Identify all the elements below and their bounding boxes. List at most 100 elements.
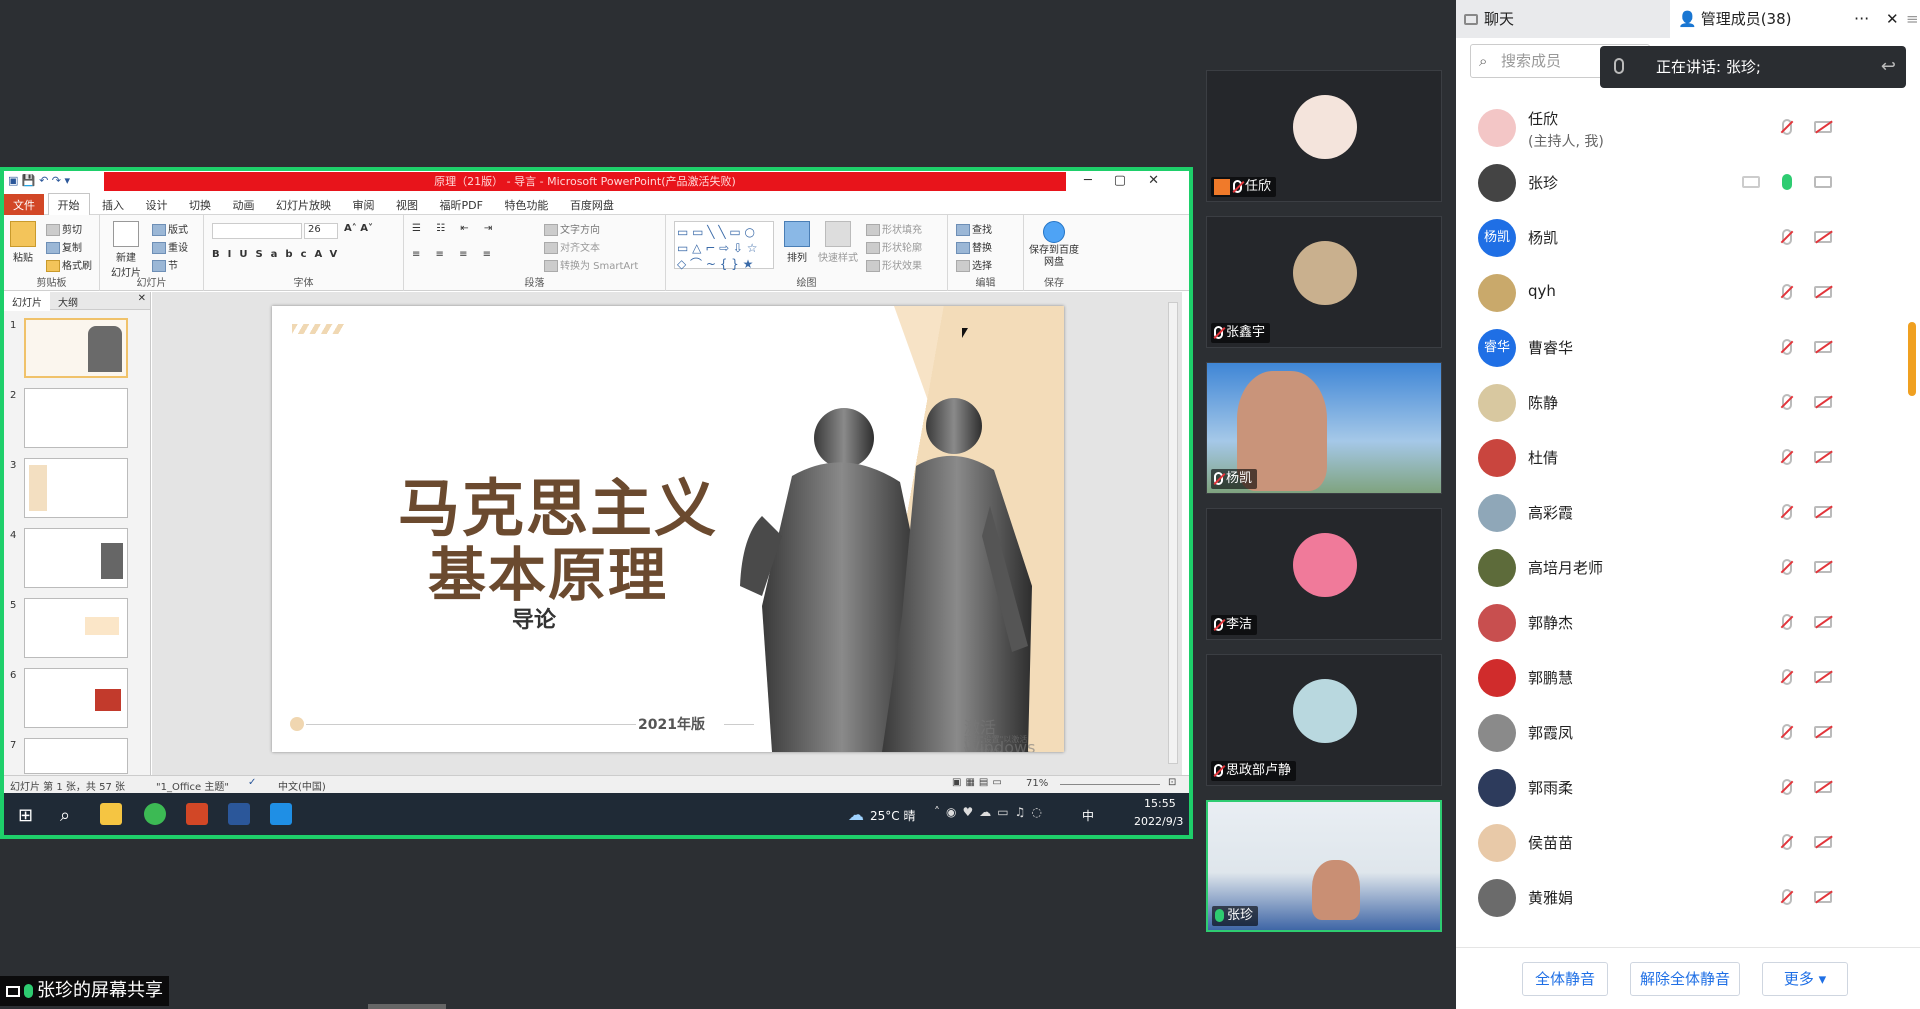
font-style-buttons[interactable]: BIUSabcAV bbox=[212, 249, 345, 260]
spellcheck-icon[interactable]: ✓ bbox=[248, 777, 256, 788]
grow-font-button[interactable]: A˄ A˅ bbox=[344, 223, 373, 234]
word-icon[interactable] bbox=[228, 803, 250, 825]
search-icon[interactable]: ⌕ bbox=[60, 805, 70, 826]
tab-animations[interactable]: 动画 bbox=[224, 194, 264, 216]
copy-button[interactable]: 复制 bbox=[46, 239, 82, 254]
mic-muted-icon[interactable] bbox=[1782, 394, 1792, 410]
member-row[interactable]: 张珍 bbox=[1456, 155, 1920, 210]
tab-outline[interactable]: 大纲 bbox=[50, 292, 86, 311]
camera-icon[interactable] bbox=[1814, 176, 1832, 188]
cut-button[interactable]: 剪切 bbox=[46, 221, 82, 236]
tab-design[interactable]: 设计 bbox=[137, 194, 177, 216]
mic-muted-icon[interactable] bbox=[1782, 284, 1792, 300]
paste-button[interactable]: 粘贴 bbox=[10, 221, 36, 264]
camera-off-icon[interactable] bbox=[1814, 616, 1832, 628]
shape-fill-button[interactable]: 形状填充 bbox=[866, 221, 922, 236]
slide-thumbnail[interactable] bbox=[24, 528, 128, 588]
replace-button[interactable]: 替换 bbox=[956, 239, 992, 254]
reset-button[interactable]: 重设 bbox=[152, 239, 188, 254]
align-buttons[interactable]: ≡ ≡ ≡ ≡ bbox=[412, 249, 497, 260]
member-row[interactable]: 杜倩 bbox=[1456, 430, 1920, 485]
current-slide[interactable]: 马克思主义 基本原理 导论 2021年版 激活 Windows 转到"设置"以激… bbox=[272, 306, 1064, 752]
camera-off-icon[interactable] bbox=[1814, 836, 1832, 848]
quick-access-toolbar[interactable]: ▣ 💾 ↶ ↷ ▾ bbox=[8, 174, 70, 187]
quick-style-button[interactable]: 快速样式 bbox=[818, 221, 858, 264]
meeting-app-icon[interactable] bbox=[270, 803, 292, 825]
tab-features[interactable]: 特色功能 bbox=[495, 194, 557, 216]
camera-off-icon[interactable] bbox=[1814, 506, 1832, 518]
close-panel-button[interactable]: ✕ bbox=[1886, 0, 1899, 38]
more-options-button[interactable]: ··· bbox=[1854, 0, 1869, 38]
video-tile[interactable]: 任欣 bbox=[1206, 70, 1442, 202]
slide-thumbnail[interactable] bbox=[24, 388, 128, 448]
format-painter-button[interactable]: 格式刷 bbox=[46, 257, 92, 272]
system-tray-icons[interactable]: ˄◉♥☁▭♫◌ bbox=[934, 805, 1048, 819]
shapes-gallery[interactable]: ▭ ▭ ╲ ╲ ▭ ○ ▭ △ ⌐ ⇨ ⇩ ☆ ◇ ⌒ ~ { } ★ bbox=[674, 221, 774, 271]
video-tile[interactable]: 张鑫宇 bbox=[1206, 216, 1442, 348]
tab-slides[interactable]: 幻灯片 bbox=[4, 292, 50, 311]
tab-insert[interactable]: 插入 bbox=[93, 194, 133, 216]
video-tile-speaking[interactable]: 张珍 bbox=[1206, 800, 1442, 932]
member-row[interactable]: 郭霞凤 bbox=[1456, 705, 1920, 760]
tab-view[interactable]: 视图 bbox=[387, 194, 427, 216]
camera-off-icon[interactable] bbox=[1814, 561, 1832, 573]
member-row[interactable]: 陈静 bbox=[1456, 375, 1920, 430]
member-row[interactable]: 睿华 曹睿华 bbox=[1456, 320, 1920, 375]
mic-muted-icon[interactable] bbox=[1782, 504, 1792, 520]
zoom-slider[interactable] bbox=[1060, 784, 1160, 785]
shape-outline-button[interactable]: 形状轮廓 bbox=[866, 239, 922, 254]
align-text-button[interactable]: 对齐文本 bbox=[544, 239, 600, 254]
fit-window-icon[interactable]: ⊡ bbox=[1168, 777, 1176, 788]
collapse-arrow-icon[interactable]: ↩ bbox=[1881, 46, 1896, 88]
tab-home[interactable]: 开始 bbox=[47, 193, 90, 216]
mic-muted-icon[interactable] bbox=[1782, 229, 1792, 245]
tab-slideshow[interactable]: 幻灯片放映 bbox=[267, 194, 340, 216]
mic-muted-icon[interactable] bbox=[1782, 889, 1792, 905]
section-button[interactable]: 节 bbox=[152, 257, 178, 272]
tab-foxit-pdf[interactable]: 福昕PDF bbox=[431, 194, 492, 216]
camera-off-icon[interactable] bbox=[1814, 671, 1832, 683]
browser-icon[interactable] bbox=[144, 803, 166, 825]
video-tile[interactable]: 杨凯 bbox=[1206, 362, 1442, 494]
menu-icon[interactable]: ≡ bbox=[1906, 0, 1919, 38]
save-to-baidu-button[interactable]: 保存到百度网盘 bbox=[1026, 221, 1082, 269]
tab-file[interactable]: 文件 bbox=[4, 194, 44, 216]
unmute-all-button[interactable]: 解除全体静音 bbox=[1630, 962, 1740, 996]
list-buttons[interactable]: ☰ ☷ ⇤ ⇥ bbox=[412, 223, 498, 234]
camera-off-icon[interactable] bbox=[1814, 231, 1832, 243]
member-row[interactable]: 任欣 (主持人, 我) bbox=[1456, 100, 1920, 155]
select-button[interactable]: 选择 bbox=[956, 257, 992, 272]
mic-muted-icon[interactable] bbox=[1782, 119, 1792, 135]
mic-muted-icon[interactable] bbox=[1782, 614, 1792, 630]
video-tile[interactable]: 李洁 bbox=[1206, 508, 1442, 640]
window-controls[interactable]: ─▢✕ bbox=[1084, 173, 1181, 188]
mic-on-icon[interactable] bbox=[1782, 174, 1792, 190]
camera-off-icon[interactable] bbox=[1814, 726, 1832, 738]
video-tile[interactable]: 思政部卢静 bbox=[1206, 654, 1442, 786]
camera-off-icon[interactable] bbox=[1814, 891, 1832, 903]
camera-off-icon[interactable] bbox=[1814, 121, 1832, 133]
mic-muted-icon[interactable] bbox=[1782, 669, 1792, 685]
tab-transitions[interactable]: 切换 bbox=[180, 194, 220, 216]
slide-thumbnail[interactable] bbox=[24, 598, 128, 658]
view-buttons[interactable]: ▣▦▤▭ bbox=[952, 777, 1006, 788]
file-explorer-icon[interactable] bbox=[100, 803, 122, 825]
tab-review[interactable]: 审阅 bbox=[344, 194, 384, 216]
close-icon[interactable]: ✕ bbox=[138, 293, 146, 304]
slide-thumbnail[interactable] bbox=[24, 318, 128, 378]
text-direction-button[interactable]: 文字方向 bbox=[544, 221, 600, 236]
smartart-button[interactable]: 转换为 SmartArt bbox=[544, 257, 638, 272]
camera-off-icon[interactable] bbox=[1814, 451, 1832, 463]
ime-indicator[interactable]: 中 bbox=[1082, 807, 1094, 824]
more-button[interactable]: 更多 ▾ bbox=[1762, 962, 1848, 996]
font-size-select[interactable]: 26 bbox=[304, 223, 338, 239]
shape-effect-button[interactable]: 形状效果 bbox=[866, 257, 922, 272]
camera-off-icon[interactable] bbox=[1814, 396, 1832, 408]
slide-thumbnail[interactable] bbox=[24, 668, 128, 728]
member-row[interactable]: 杨凯 杨凯 bbox=[1456, 210, 1920, 265]
member-row[interactable]: 高培月老师 bbox=[1456, 540, 1920, 595]
tab-members[interactable]: 👤 管理成员(38) bbox=[1670, 0, 1920, 38]
mute-all-button[interactable]: 全体静音 bbox=[1522, 962, 1608, 996]
tab-chat[interactable]: 聊天 bbox=[1456, 0, 1670, 38]
font-name-select[interactable] bbox=[212, 223, 302, 239]
